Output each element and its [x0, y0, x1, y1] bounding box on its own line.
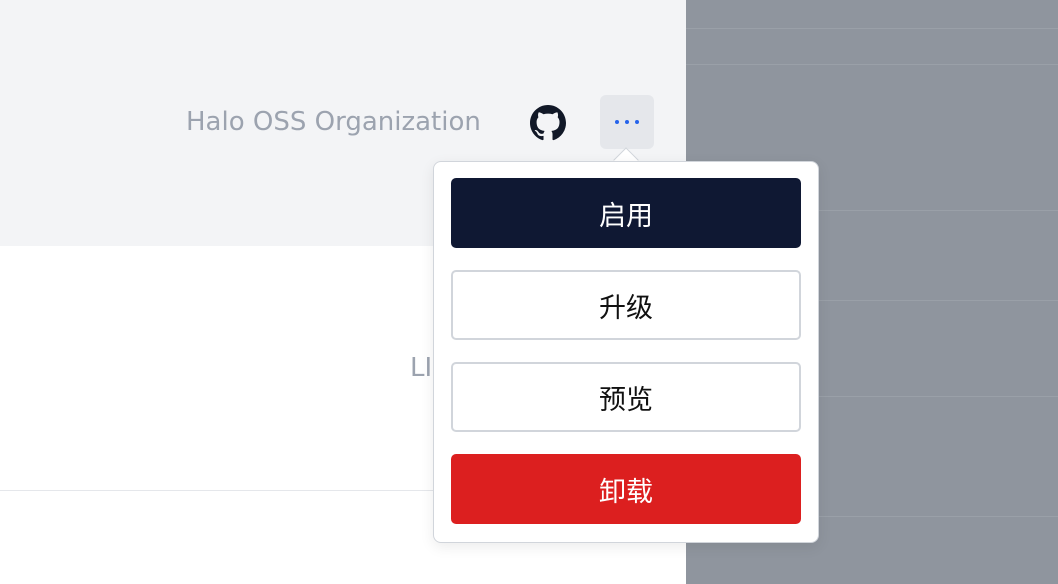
upgrade-button[interactable]: 升级 — [451, 270, 801, 340]
partial-label: LI — [410, 353, 433, 383]
preview-button[interactable]: 预览 — [451, 362, 801, 432]
author-name: Halo OSS Organization — [186, 107, 481, 137]
more-dots-icon — [615, 120, 619, 124]
more-dots-icon-dot-3 — [635, 120, 639, 124]
overlay-line — [686, 28, 1058, 29]
enable-button[interactable]: 启用 — [451, 178, 801, 248]
overlay-line — [686, 64, 1058, 65]
actions-dropdown: 启用 升级 预览 卸载 — [433, 161, 819, 543]
more-actions-button[interactable] — [600, 95, 654, 149]
github-icon[interactable] — [530, 105, 566, 141]
more-dots-icon-dot-2 — [625, 120, 629, 124]
uninstall-button[interactable]: 卸载 — [451, 454, 801, 524]
